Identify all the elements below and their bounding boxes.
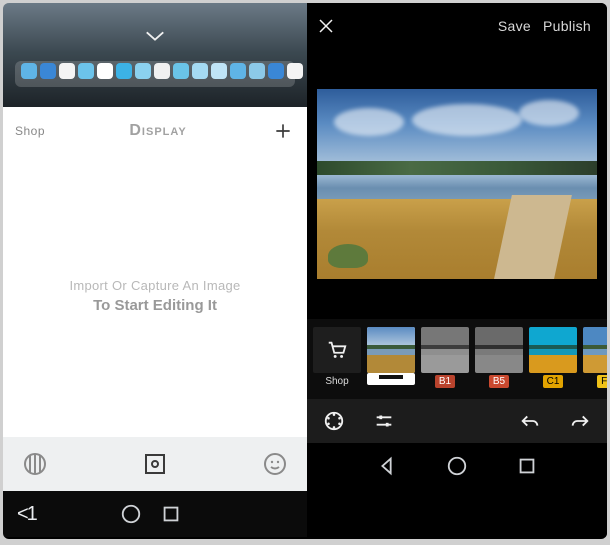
filter-label: B5 [489,375,509,388]
filter-shop-tile[interactable]: Shop [313,327,361,391]
camera-icon[interactable] [143,452,167,476]
android-home-icon[interactable] [111,503,151,525]
dock-app-icon [135,63,151,79]
dock-app-icon [116,63,132,79]
dock-app-icon [230,63,246,79]
add-image-button[interactable] [271,119,295,143]
redo-icon[interactable] [569,410,591,432]
android-recents-icon[interactable] [151,503,191,525]
android-home-icon[interactable] [446,455,468,477]
macbook-photo-preview [3,3,307,107]
filter-label: B1 [435,375,455,388]
dock-app-icon [97,63,113,79]
dock-app-icon [173,63,189,79]
dock-app-icon [78,63,94,79]
grid-shutter-icon[interactable] [23,452,47,476]
presets-wheel-icon[interactable] [323,410,345,432]
filter-label: C1 [543,375,564,388]
filter-label: F2 [597,375,607,388]
nav-back-text[interactable]: <1 [13,503,36,526]
empty-state-line1: Import Or Capture An Image [69,278,240,293]
dock-app-icon [268,63,284,79]
chevron-down-icon[interactable] [144,29,166,43]
empty-state: Import Or Capture An Image To Start Edit… [3,155,307,437]
editor-header: Save Publish [307,3,607,49]
filter-tile-f2[interactable]: F2 [583,327,607,391]
filter-shop-label: Shop [321,375,352,388]
dock-app-icon [287,63,303,79]
android-back-icon[interactable] [376,455,398,477]
sliders-icon[interactable] [373,410,395,432]
bottom-toolbar [3,437,307,491]
empty-state-line2: To Start Editing It [93,297,217,314]
dock-app-icon [59,63,75,79]
dock-app-icon [211,63,227,79]
filter-tile-c1[interactable]: C1 [529,327,577,391]
close-button[interactable] [317,17,335,35]
page-title: Display [129,122,186,140]
filter-strip[interactable]: Shop B1 B5 C1 F2 [307,319,607,399]
save-button[interactable]: Save [492,18,537,34]
undo-icon[interactable] [519,410,541,432]
filter-tile-b1[interactable]: B1 [421,327,469,391]
dock-app-icon [249,63,265,79]
publish-button[interactable]: Publish [537,18,597,34]
dock-app-icon [192,63,208,79]
android-nav-bar-left: <1 [3,491,307,537]
dock-app-icon [40,63,56,79]
android-nav-bar-right [307,443,607,489]
cart-icon [326,339,348,361]
vsco-library-pane: Shop Display Import Or Capture An Image … [3,3,307,537]
filter-tile-b5[interactable]: B5 [475,327,523,391]
vsco-editor-pane: Save Publish Shop [307,3,607,537]
dock-app-icon [21,63,37,79]
dock-app-icon [154,63,170,79]
image-preview[interactable] [307,49,607,319]
android-recents-icon[interactable] [516,455,538,477]
editor-toolbar [307,399,607,443]
profile-smiley-icon[interactable] [263,452,287,476]
shop-link[interactable]: Shop [15,124,45,138]
library-header: Shop Display [3,107,307,155]
filter-original-tile[interactable] [367,327,415,391]
